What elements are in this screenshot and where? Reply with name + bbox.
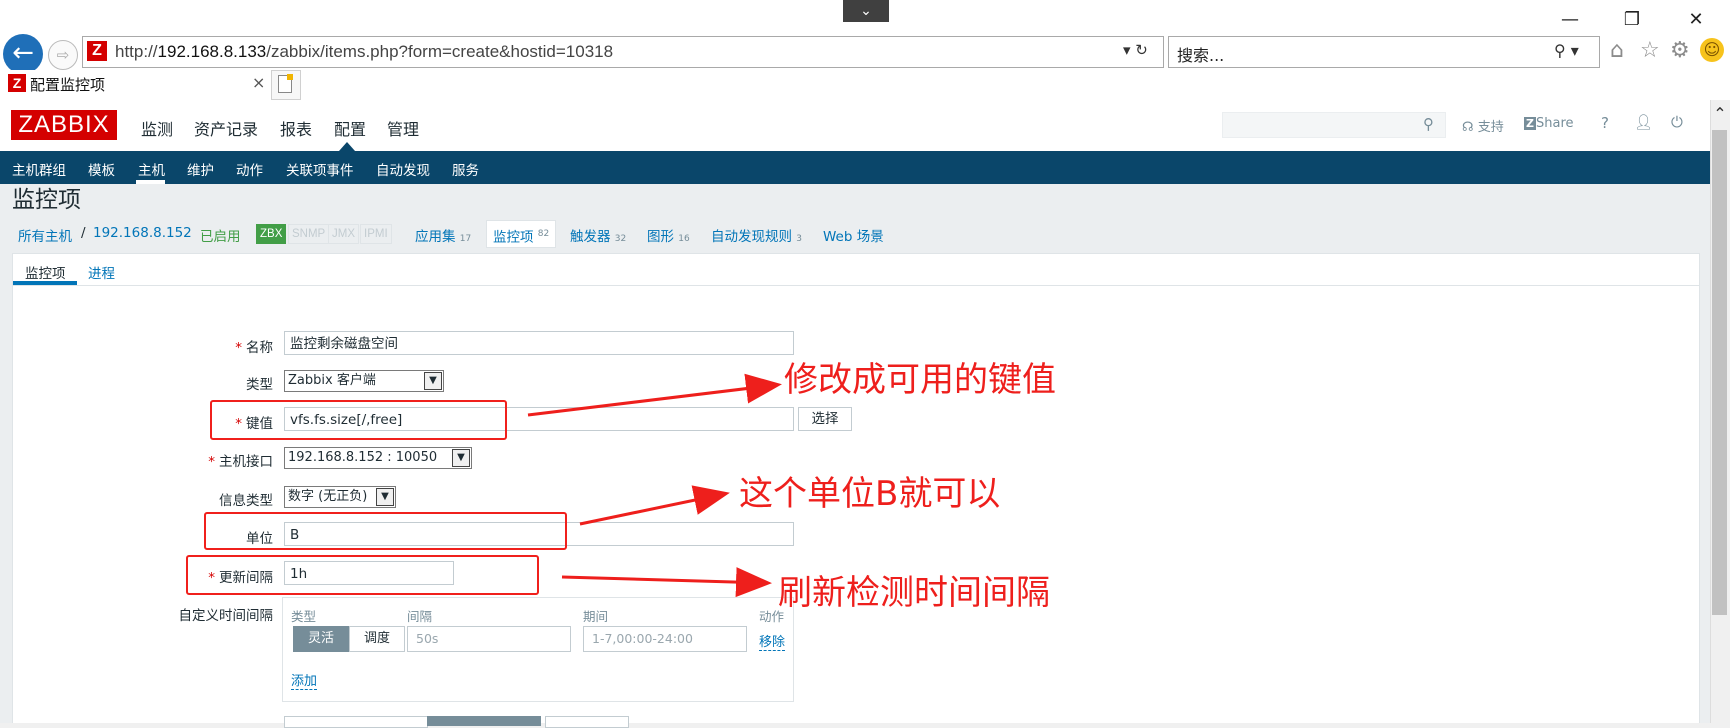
interval-arrow <box>561 567 772 598</box>
units-annotation: 这个单位B就可以 <box>739 474 1001 514</box>
key-annotation: 修改成可用的键值 <box>784 360 1056 400</box>
key-arrow <box>527 373 782 417</box>
units-arrow <box>579 485 730 526</box>
interval-annotation: 刷新检测时间间隔 <box>778 573 1050 613</box>
